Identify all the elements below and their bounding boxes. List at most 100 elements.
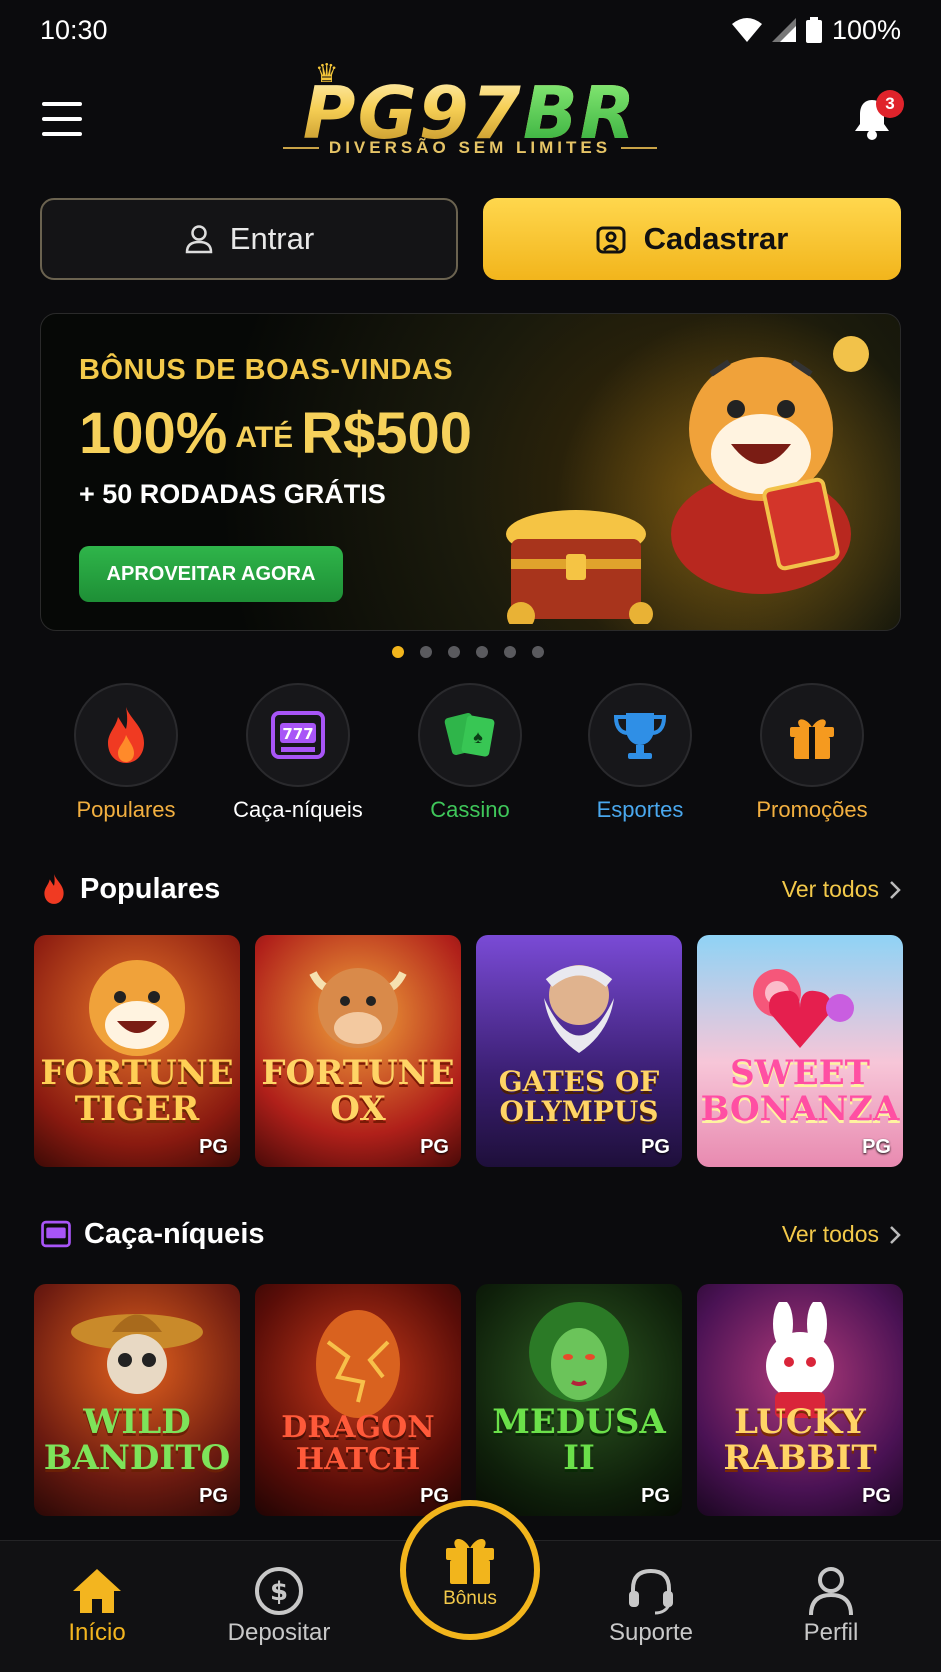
zeus-image	[544, 965, 614, 1053]
treasure-chest-image	[506, 510, 653, 624]
menu-icon[interactable]	[42, 102, 82, 136]
battery-level: 100%	[831, 14, 901, 45]
battery-icon	[805, 17, 822, 43]
carousel-dot[interactable]	[420, 646, 432, 658]
wifi-icon	[731, 18, 762, 42]
banner-heading: BÔNUS DE BOAS-VINDAS	[79, 354, 454, 386]
category-esportes[interactable]: Esportes	[560, 683, 720, 823]
section-title-popular: Populares	[40, 869, 220, 909]
home-icon	[73, 1569, 121, 1613]
provider-badge: PG	[199, 1485, 228, 1507]
game-card-fortune-tiger[interactable]: FORTUNE TIGER PG	[34, 935, 240, 1167]
register-button[interactable]: Cadastrar	[483, 198, 901, 280]
slot-machine-icon	[41, 1220, 71, 1248]
category-cassino[interactable]: ♠ Cassino	[390, 683, 550, 823]
provider-badge: PG	[199, 1136, 228, 1158]
provider-badge: PG	[862, 1136, 891, 1158]
nav-label: Depositar	[227, 1619, 331, 1646]
category-caca-niqueis[interactable]: 777 Caça-níqueis	[218, 683, 378, 823]
status-icons: 100%	[731, 14, 901, 46]
game-card-lucky-rabbit[interactable]: LUCKY RABBIT PG	[697, 1284, 903, 1516]
svg-text:♠: ♠	[473, 727, 483, 747]
nav-deposit[interactable]: $ Depositar	[204, 1563, 354, 1647]
game-card-dragon-hatch[interactable]: DRAGON HATCH PG	[255, 1284, 461, 1516]
headset-icon	[629, 1568, 673, 1615]
user-add-icon	[596, 226, 626, 254]
nav-label: Bônus	[443, 1588, 497, 1609]
gift-icon	[446, 1538, 494, 1584]
crown-icon: ♛	[315, 58, 339, 88]
cards-icon: ♠	[444, 713, 495, 757]
nav-support[interactable]: Suporte	[576, 1563, 726, 1647]
app-header: ♛ PG97BR DIVERSÃO SEM LIMITES 3	[0, 58, 941, 180]
carousel-dot[interactable]	[476, 646, 488, 658]
banner-subheading: + 50 RODADAS GRÁTIS	[79, 479, 386, 509]
category-label: Esportes	[596, 797, 684, 822]
carousel-dot[interactable]	[504, 646, 516, 658]
tiger-image	[89, 960, 185, 1056]
status-time: 10:30	[40, 14, 108, 45]
carousel-dot[interactable]	[392, 646, 404, 658]
provider-badge: PG	[641, 1136, 670, 1158]
category-label: Caça-níqueis	[233, 797, 363, 822]
game-card-sweet-bonanza[interactable]: SWEET BONANZA PG	[697, 935, 903, 1167]
game-card-gates-of-olympus[interactable]: GATES OF OLYMPUS PG	[476, 935, 682, 1167]
login-label: Entrar	[229, 221, 315, 256]
game-card-fortune-ox[interactable]: FORTUNE OX PG	[255, 935, 461, 1167]
nav-label: Suporte	[608, 1619, 694, 1646]
game-card-wild-bandito[interactable]: WILD BANDITO PG	[34, 1284, 240, 1516]
trophy-icon	[613, 713, 667, 759]
nav-bonus-button[interactable]: Bônus	[400, 1500, 540, 1640]
nav-label: Perfil	[803, 1619, 859, 1646]
nav-profile[interactable]: Perfil	[756, 1563, 906, 1647]
chevron-right-icon	[890, 1225, 901, 1244]
carousel-dot[interactable]	[448, 646, 460, 658]
see-all-popular-link[interactable]: Ver todos	[782, 876, 901, 903]
svg-text:777: 777	[282, 725, 313, 743]
carousel-dots	[392, 646, 544, 658]
banner-amount: 100% ATÉ R$500	[79, 401, 473, 466]
candy-image	[753, 969, 854, 1048]
slots-games-row: WILD BANDITO PG DRAGON HATCH PG MEDUSA I…	[34, 1284, 903, 1516]
register-label: Cadastrar	[643, 221, 789, 256]
user-icon	[809, 1567, 853, 1616]
ox-image	[309, 968, 407, 1048]
carousel-dot[interactable]	[532, 646, 544, 658]
nav-home[interactable]: Início	[22, 1563, 172, 1647]
popular-games-row: FORTUNE TIGER PG FORTUNE OX PG GATES OF …	[34, 935, 903, 1167]
game-title: SWEET BONANZA	[700, 1053, 900, 1129]
game-title: MEDUSA II	[492, 1402, 666, 1478]
chevron-right-icon	[890, 880, 901, 899]
see-all-slots-link[interactable]: Ver todos	[782, 1221, 901, 1248]
section-title-slots: Caça-níqueis	[40, 1214, 265, 1254]
promo-banner[interactable]: BÔNUS DE BOAS-VINDAS 100% ATÉ R$500 + 50 R…	[40, 313, 901, 631]
category-promocoes[interactable]: Promoções	[732, 683, 892, 823]
category-populares[interactable]: Populares	[46, 683, 206, 823]
user-icon	[185, 225, 213, 254]
provider-badge: PG	[862, 1485, 891, 1507]
slot-machine-icon: 777	[271, 711, 325, 759]
banner-cta-button[interactable]: APROVEITAR AGORA	[79, 546, 343, 602]
game-title: DRAGON HATCH	[281, 1410, 435, 1477]
fire-icon	[44, 874, 64, 904]
category-label: Populares	[76, 797, 176, 822]
gift-icon	[790, 719, 834, 759]
nav-label: Início	[68, 1619, 126, 1646]
category-label: Cassino	[430, 797, 510, 822]
provider-badge: PG	[420, 1136, 449, 1158]
category-label: Promoções	[756, 797, 868, 822]
game-card-medusa-ii[interactable]: MEDUSA II PG	[476, 1284, 682, 1516]
game-title: FORTUNE OX	[261, 1053, 455, 1129]
game-title: GATES OF OLYMPUS	[498, 1065, 660, 1128]
provider-badge: PG	[641, 1485, 670, 1507]
dollar-coin-icon: $	[255, 1567, 303, 1615]
fire-icon	[108, 707, 144, 763]
brand-logo[interactable]: ♛ PG97BR DIVERSÃO SEM LIMITES	[265, 58, 675, 170]
login-button[interactable]: Entrar	[40, 198, 458, 280]
bandito-image	[71, 1314, 203, 1394]
signal-icon	[771, 18, 796, 42]
notification-badge: 3	[876, 90, 904, 118]
status-bar: 10:30 100%	[0, 0, 941, 60]
game-title: WILD BANDITO	[43, 1402, 231, 1478]
logo-tagline: DIVERSÃO SEM LIMITES	[265, 138, 675, 158]
